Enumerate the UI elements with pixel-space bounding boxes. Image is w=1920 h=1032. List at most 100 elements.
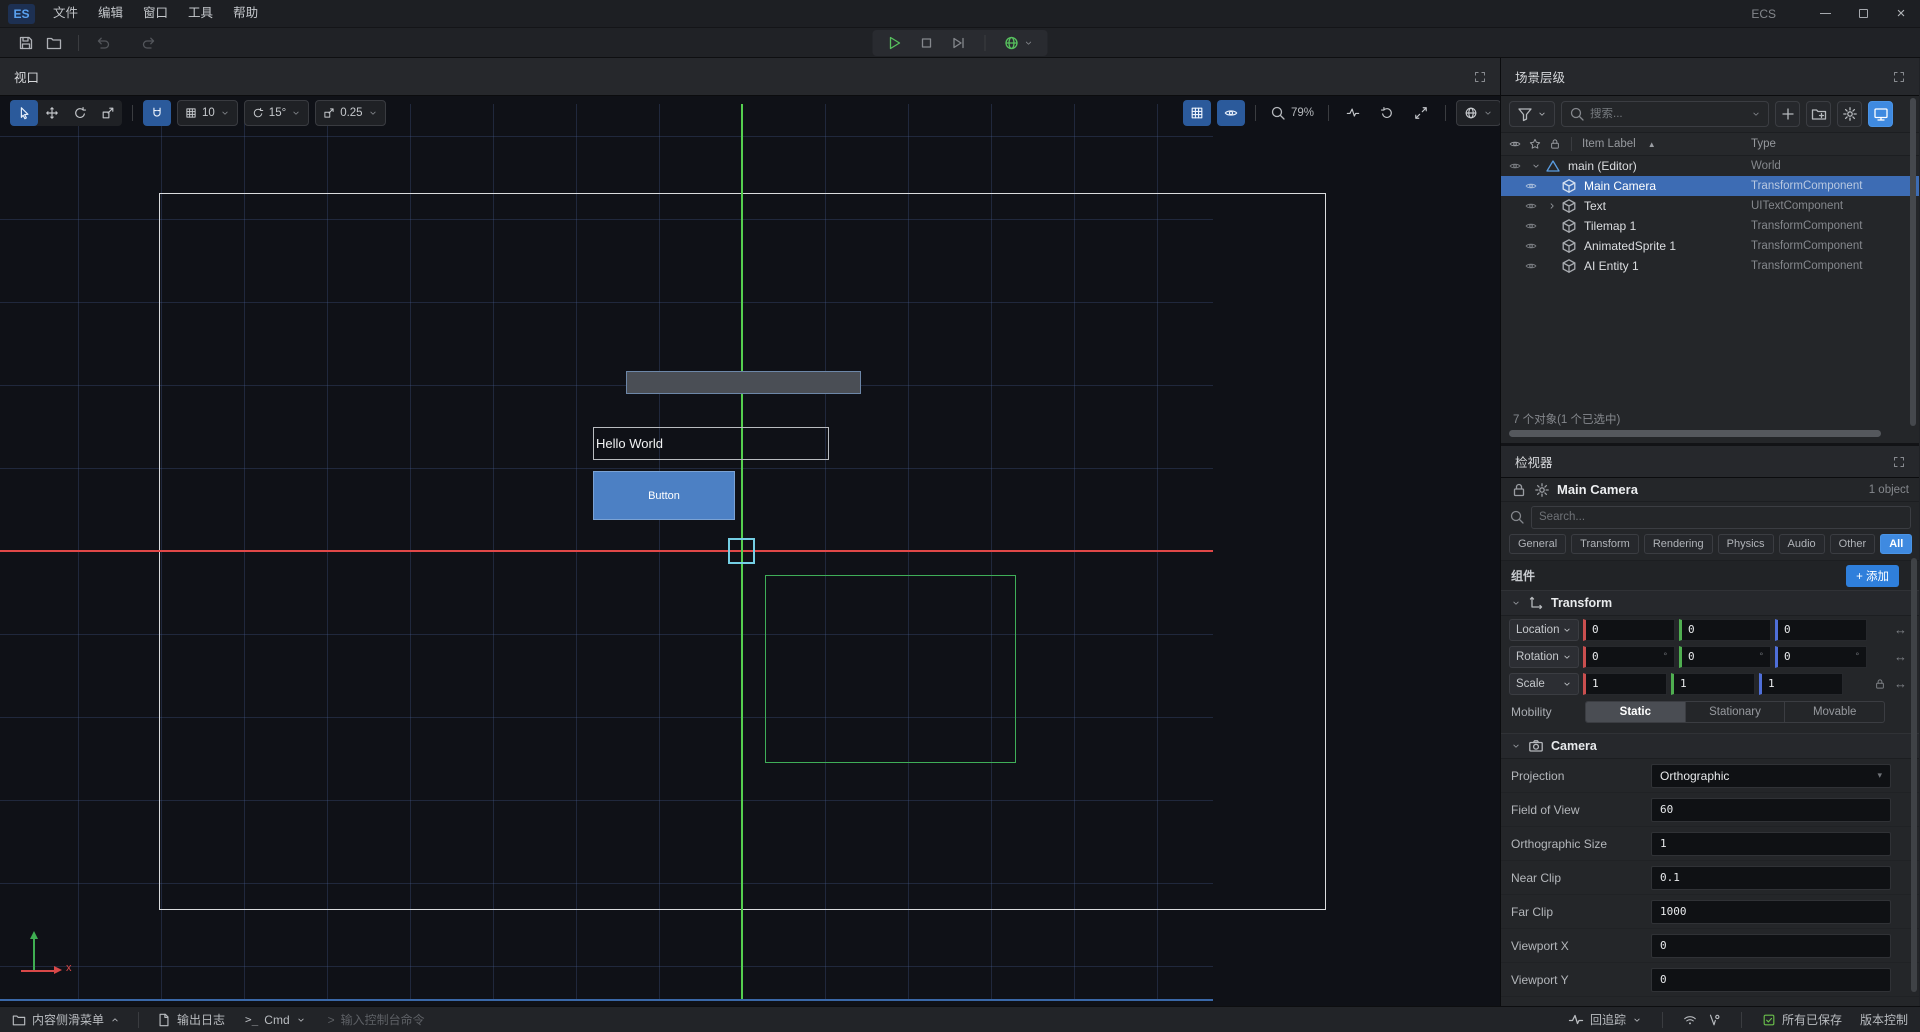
close-button[interactable]: ×	[1882, 0, 1920, 27]
scene-text-object[interactable]: Hello World	[593, 427, 829, 460]
output-log-button[interactable]: 输出日志	[157, 1011, 225, 1028]
chevron-right-icon[interactable]	[1545, 201, 1559, 211]
orthographic-size-input[interactable]: 1	[1651, 832, 1891, 856]
inspector-expand-icon[interactable]	[1893, 456, 1905, 468]
app-logo[interactable]: ES	[8, 4, 35, 24]
hierarchy-vscrollbar[interactable]	[1910, 98, 1916, 426]
menu-help[interactable]: 帮助	[223, 0, 268, 27]
grid-toggle-button[interactable]	[1183, 100, 1211, 126]
select-tool-button[interactable]	[10, 100, 38, 126]
tab-physics[interactable]: Physics	[1718, 534, 1774, 554]
hierarchy-search-input[interactable]	[1590, 108, 1730, 120]
location-z-input[interactable]: 0	[1775, 619, 1867, 641]
rotation-x-input[interactable]: 0°	[1583, 646, 1675, 668]
scale-dropdown[interactable]: Scale	[1509, 673, 1579, 695]
visibility-column-icon[interactable]	[1509, 138, 1521, 150]
viewport-y-input[interactable]: 0	[1651, 968, 1891, 992]
mobility-movable-button[interactable]: Movable	[1785, 702, 1884, 722]
rotate-snap-dropdown[interactable]: 15°	[244, 100, 309, 126]
scale-y-input[interactable]: 1	[1671, 673, 1755, 695]
scene-region-outline[interactable]	[765, 575, 1016, 763]
menu-tools[interactable]: 工具	[178, 0, 223, 27]
step-button[interactable]	[951, 35, 967, 51]
link-values-icon[interactable]: ↔	[1894, 650, 1907, 663]
save-button[interactable]	[12, 31, 40, 55]
rotate-tool-button[interactable]	[66, 100, 94, 126]
tree-row-text[interactable]: Text UITextComponent	[1501, 196, 1919, 216]
inspector-vscrollbar[interactable]	[1911, 558, 1917, 992]
zoom-control[interactable]: 79%	[1266, 105, 1318, 121]
hierarchy-search-box[interactable]	[1561, 101, 1769, 127]
stats-button[interactable]	[1339, 100, 1367, 126]
column-item-label[interactable]: Item Label	[1582, 138, 1636, 150]
gear-icon[interactable]	[1534, 482, 1550, 498]
near-clip-input[interactable]: 0.1	[1651, 866, 1891, 890]
eye-icon[interactable]	[1525, 260, 1537, 272]
hscrollbar-thumb[interactable]	[1509, 430, 1881, 437]
maximize-button[interactable]	[1844, 0, 1882, 27]
selection-gizmo-box[interactable]	[728, 538, 755, 564]
lock-column-icon[interactable]	[1549, 138, 1561, 150]
viewport-canvas[interactable]: Hello World Button x	[0, 96, 1500, 1006]
tree-row-ai-entity[interactable]: AI Entity 1 TransformComponent	[1501, 256, 1919, 276]
scale-x-input[interactable]: 1	[1583, 673, 1667, 695]
scene-panel-object[interactable]	[626, 371, 861, 394]
rotation-y-input[interactable]: 0°	[1679, 646, 1771, 668]
menu-window[interactable]: 窗口	[133, 0, 178, 27]
tab-rendering[interactable]: Rendering	[1644, 534, 1713, 554]
filter-button[interactable]	[1509, 101, 1555, 127]
scale-snap-dropdown[interactable]: 0.25	[315, 100, 385, 126]
inspector-search-box[interactable]	[1531, 506, 1911, 529]
projection-dropdown[interactable]: Orthographic ▾	[1651, 764, 1891, 788]
eye-icon[interactable]	[1525, 220, 1537, 232]
content-drawer-button[interactable]: 内容侧滑菜单	[12, 1011, 120, 1028]
fullscreen-button[interactable]	[1407, 100, 1435, 126]
link-values-icon[interactable]: ↔	[1894, 677, 1907, 690]
tree-row-tilemap[interactable]: Tilemap 1 TransformComponent	[1501, 216, 1919, 236]
link-values-icon[interactable]: ↔	[1894, 623, 1907, 636]
mobility-stationary-button[interactable]: Stationary	[1686, 702, 1786, 722]
move-tool-button[interactable]	[38, 100, 66, 126]
menu-file[interactable]: 文件	[43, 0, 88, 27]
column-type[interactable]: Type	[1751, 138, 1776, 150]
eye-icon[interactable]	[1509, 160, 1521, 172]
rotation-dropdown[interactable]: Rotation	[1509, 646, 1579, 668]
transform-section-header[interactable]: Transform	[1501, 590, 1919, 616]
tab-all[interactable]: All	[1880, 534, 1912, 554]
play-button[interactable]	[887, 35, 903, 51]
hierarchy-hscrollbar[interactable]	[1509, 429, 1911, 439]
hierarchy-settings-button[interactable]	[1837, 101, 1862, 127]
reset-view-button[interactable]	[1373, 100, 1401, 126]
tab-general[interactable]: General	[1509, 534, 1566, 554]
scene-button-object[interactable]: Button	[593, 471, 735, 520]
far-clip-input[interactable]: 1000	[1651, 900, 1891, 924]
visibility-toggle-button[interactable]	[1217, 100, 1245, 126]
rotation-z-input[interactable]: 0°	[1775, 646, 1867, 668]
undo-button[interactable]	[89, 31, 117, 55]
world-view-dropdown[interactable]	[1456, 100, 1500, 126]
open-folder-button[interactable]	[40, 31, 68, 55]
scale-tool-button[interactable]	[94, 100, 122, 126]
location-dropdown[interactable]: Location	[1509, 619, 1579, 641]
grid-snap-dropdown[interactable]: 10	[177, 100, 238, 126]
tree-row-main[interactable]: main (Editor) World	[1501, 156, 1919, 176]
hierarchy-expand-icon[interactable]	[1893, 71, 1905, 83]
save-status[interactable]: 所有已保存	[1762, 1011, 1842, 1028]
view-mode-button[interactable]	[1868, 101, 1893, 127]
tab-other[interactable]: Other	[1830, 534, 1876, 554]
tree-row-animatedsprite[interactable]: AnimatedSprite 1 TransformComponent	[1501, 236, 1919, 256]
field-of-view-input[interactable]: 60	[1651, 798, 1891, 822]
favorite-column-icon[interactable]	[1529, 138, 1541, 150]
minimize-button[interactable]	[1806, 0, 1844, 27]
console-command-input[interactable]: > 输入控制台命令	[328, 1011, 425, 1028]
version-control-button[interactable]: 版本控制	[1860, 1011, 1908, 1028]
cmd-dropdown[interactable]: >_ Cmd	[245, 1013, 306, 1027]
add-component-button[interactable]: + 添加	[1846, 565, 1899, 587]
menu-edit[interactable]: 编辑	[88, 0, 133, 27]
viewport-x-input[interactable]: 0	[1651, 934, 1891, 958]
backtrace-dropdown[interactable]: 回追踪	[1568, 1011, 1642, 1028]
snap-toggle-button[interactable]	[143, 100, 171, 126]
mobility-static-button[interactable]: Static	[1586, 702, 1686, 722]
network-status-icon[interactable]	[1683, 1013, 1697, 1027]
eye-icon[interactable]	[1525, 240, 1537, 252]
